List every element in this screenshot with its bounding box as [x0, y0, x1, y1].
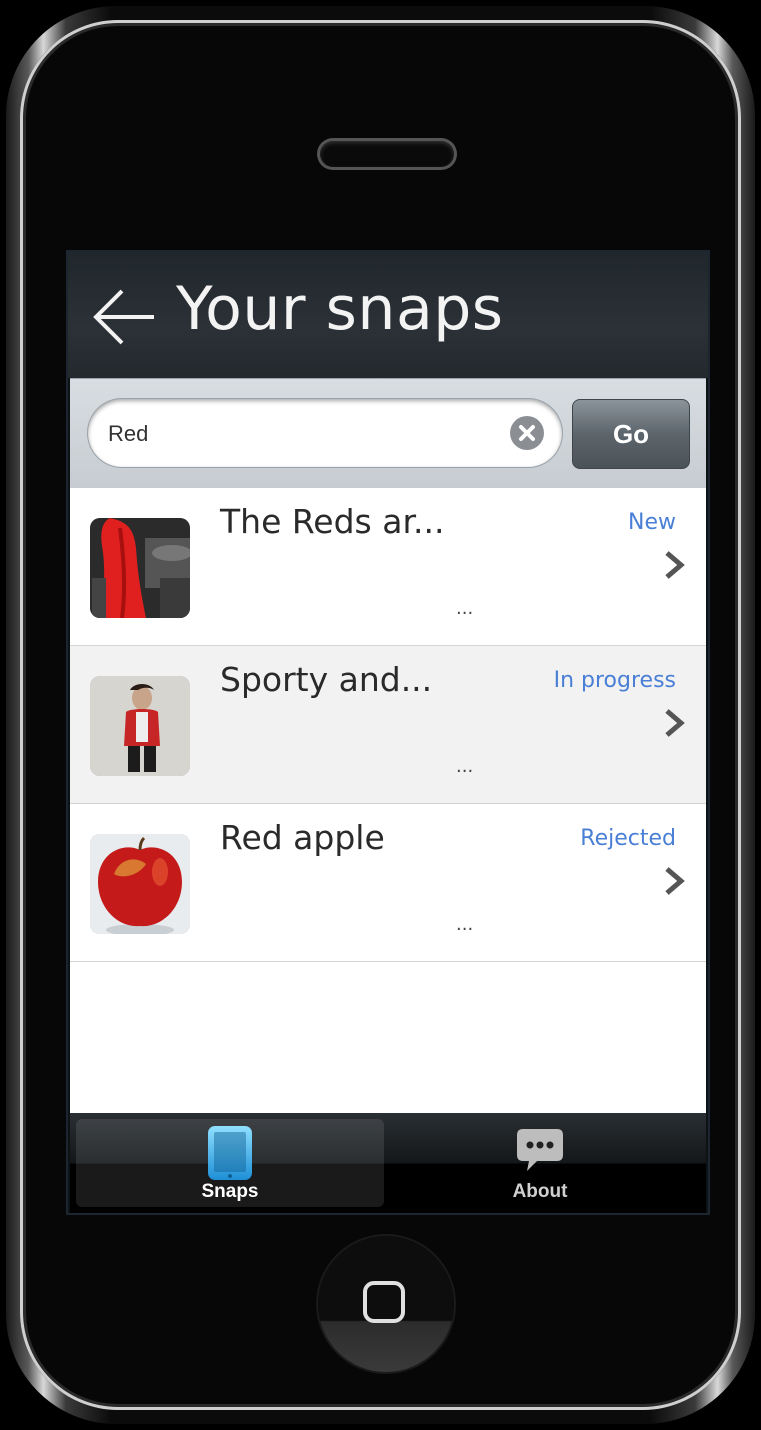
- search-bar: Go: [70, 378, 706, 490]
- snap-status: Rejected: [580, 826, 676, 851]
- go-button[interactable]: Go: [572, 399, 690, 469]
- speech-bubble-icon: [517, 1129, 563, 1171]
- snap-description: ...: [456, 914, 474, 935]
- chevron-right-icon: [665, 867, 685, 895]
- clear-search-icon[interactable]: [510, 416, 544, 450]
- home-button[interactable]: [318, 1236, 454, 1372]
- snap-status: New: [628, 510, 676, 535]
- home-square-icon: [363, 1281, 405, 1323]
- snap-thumbnail: [90, 676, 190, 776]
- snap-thumbnail: [90, 518, 190, 618]
- snaps-list: The Reds ar... New ... Sporty and... In …: [70, 488, 706, 1113]
- nav-header: Your snaps: [68, 252, 708, 378]
- search-field[interactable]: [88, 399, 562, 467]
- tab-snaps[interactable]: Snaps: [76, 1119, 384, 1207]
- page-title: Your snaps: [176, 274, 504, 344]
- chevron-right-icon: [665, 551, 685, 579]
- snap-description: ...: [456, 756, 474, 777]
- tab-label: Snaps: [201, 1181, 259, 1202]
- back-arrow-icon[interactable]: [90, 282, 160, 352]
- snap-title: The Reds ar...: [220, 502, 445, 541]
- snap-row[interactable]: Sporty and... In progress ...: [70, 646, 706, 804]
- tablet-icon: [208, 1126, 252, 1180]
- snap-row[interactable]: The Reds ar... New ...: [70, 488, 706, 646]
- snap-row[interactable]: Red apple Rejected ...: [70, 804, 706, 962]
- snap-title: Red apple: [220, 818, 385, 857]
- chevron-right-icon: [665, 709, 685, 737]
- snap-thumbnail: [90, 834, 190, 934]
- app-screen: Your snaps Go: [66, 250, 710, 1215]
- search-input[interactable]: [106, 413, 510, 455]
- snap-description: ...: [456, 598, 474, 619]
- tab-label: About: [512, 1181, 568, 1202]
- earpiece-speaker: [320, 141, 454, 167]
- tab-about[interactable]: About: [386, 1119, 694, 1207]
- snap-title: Sporty and...: [220, 660, 433, 699]
- tab-bar: Snaps About: [70, 1113, 706, 1213]
- snap-status: In progress: [553, 668, 676, 693]
